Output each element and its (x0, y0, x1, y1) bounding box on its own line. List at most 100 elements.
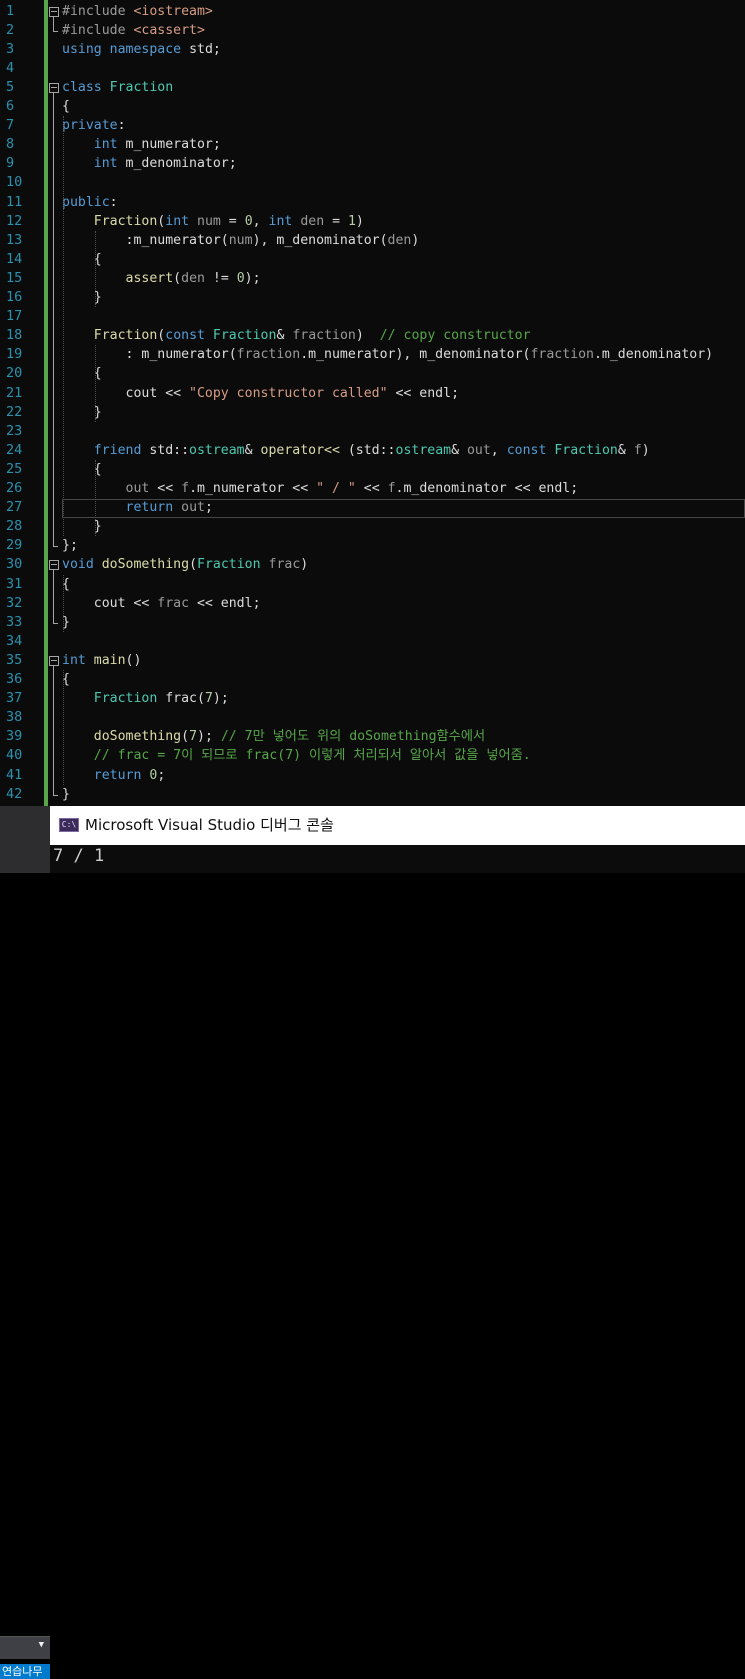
code-token: assert (125, 270, 174, 286)
fold-line (53, 570, 54, 623)
code-token: = (324, 213, 348, 229)
collapse-icon[interactable] (49, 560, 59, 571)
code-line[interactable]: } (62, 785, 70, 804)
code-token: doSomething (101, 557, 190, 573)
code-line[interactable]: cout << "Copy constructor called" << end… (62, 384, 460, 403)
collapse-icon[interactable] (49, 655, 59, 666)
code-line[interactable]: friend std::ostream& operator<< (std::os… (62, 441, 650, 460)
code-line[interactable]: private: (62, 116, 126, 135)
line-number: 26 (6, 480, 23, 496)
code-token: return (125, 500, 174, 516)
code-token: , (252, 213, 269, 229)
code-token: ) (641, 442, 650, 458)
code-token: cout << (62, 385, 190, 401)
code-token: m_numerator; (117, 137, 221, 153)
code-line[interactable]: #include <cassert> (62, 21, 205, 40)
console-output-area[interactable]: 7 / 1 (50, 845, 745, 873)
line-number: 7 (6, 117, 15, 134)
code-line[interactable]: : m_numerator(fraction.m_numerator), m_d… (62, 345, 714, 364)
line-number: 15 (6, 269, 23, 286)
code-line[interactable]: class Fraction (62, 78, 173, 97)
code-line[interactable]: { (62, 97, 70, 116)
code-token: << endl; (387, 385, 460, 401)
code-line[interactable]: Fraction(const Fraction& fraction) // co… (62, 326, 531, 345)
indent-guide (95, 459, 96, 537)
code-token: 7 (189, 729, 198, 745)
code-line[interactable]: Fraction frac(7); (62, 689, 229, 708)
chevron-down-icon[interactable]: ▼ (39, 1640, 44, 1650)
code-token: ( (189, 557, 198, 573)
fold-end (53, 30, 58, 32)
code-token: ; (204, 500, 213, 516)
code-line[interactable]: :m_numerator(num), m_denominator(den) (62, 231, 420, 250)
code-token: // 7만 넣어도 위의 doSomething함수에서 (220, 729, 486, 745)
code-token: Fraction (109, 79, 174, 95)
code-line[interactable]: using namespace std; (62, 40, 221, 59)
code-line[interactable]: int m_denominator; (62, 154, 237, 173)
line-number: 11 (6, 193, 23, 210)
code-token: ) (300, 557, 309, 573)
line-number: 14 (6, 250, 23, 267)
code-token: Fraction (93, 213, 158, 229)
code-line[interactable]: // frac = 7이 되므로 frac(7) 이렇게 처리되서 알아서 값을… (62, 746, 531, 765)
code-token: std; (181, 41, 221, 57)
left-side-panel: ▼ 연습나무 (0, 806, 50, 1679)
collapse-icon[interactable] (49, 6, 59, 17)
code-line[interactable]: return 0; (62, 766, 166, 785)
code-line[interactable]: return out; (62, 498, 213, 517)
code-token: != (204, 270, 237, 286)
code-line[interactable]: assert(den != 0); (62, 269, 261, 288)
code-token: ); (197, 729, 221, 745)
code-token: .m_denominator << endl; (395, 481, 579, 496)
line-number: 19 (6, 346, 23, 363)
code-token: int (93, 156, 118, 172)
code-token: // copy constructor (379, 328, 531, 344)
code-token: return (93, 767, 142, 783)
code-token: = (220, 213, 245, 229)
console-title-bar[interactable]: C:\ Microsoft Visual Studio 디버그 콘솔 (50, 806, 745, 845)
code-token: "Copy constructor called" (189, 385, 388, 401)
status-text: 연습나무 (0, 1664, 50, 1679)
code-token: ) (355, 213, 364, 229)
code-token: doSomething (93, 729, 182, 745)
code-line[interactable]: int m_numerator; (62, 135, 221, 154)
line-number: 23 (6, 422, 23, 439)
code-line[interactable]: cout << frac << endl; (62, 594, 261, 613)
fold-line (53, 16, 54, 31)
line-number: 32 (6, 594, 23, 611)
code-token: Fraction (93, 328, 158, 344)
code-line[interactable]: }; (62, 536, 78, 555)
code-token: & (617, 442, 634, 458)
collapse-icon[interactable] (49, 82, 59, 93)
code-line[interactable]: doSomething(7); // 7만 넣어도 위의 doSomething… (62, 727, 485, 746)
fold-line (53, 665, 54, 795)
code-token: den (387, 232, 412, 248)
code-line[interactable]: int main() (62, 651, 141, 670)
code-token: int (165, 213, 190, 229)
code-token: ); (244, 270, 261, 286)
code-token: Fraction (197, 557, 261, 573)
code-token: num (228, 232, 253, 248)
code-line[interactable]: Fraction(int num = 0, int den = 1) (62, 212, 364, 231)
fold-end (53, 794, 58, 796)
code-token: operator<< (260, 442, 340, 458)
code-line[interactable]: #include <iostream> (62, 2, 213, 21)
code-token: class (62, 79, 102, 95)
line-number: 2 (6, 21, 15, 38)
panel-dropdown[interactable]: ▼ (0, 1636, 50, 1659)
line-number: 25 (6, 460, 23, 477)
code-editor[interactable]: 1 2 3 4 5 6 7 8 9 10 11 12 13 14 15 16 17 18 19 20 21 22 23 24 2… (0, 0, 745, 806)
indent-guide (95, 230, 96, 308)
code-line[interactable]: out << f.m_numerator << " / " << f.m_den… (62, 479, 579, 498)
code-line[interactable]: public: (62, 193, 118, 212)
code-line[interactable]: void doSomething(Fraction frac) (62, 555, 308, 574)
code-token: .m_numerator), m_denominator( (300, 347, 531, 363)
debug-console-window[interactable]: C:\ Microsoft Visual Studio 디버그 콘솔 7 / 1 (50, 806, 745, 873)
